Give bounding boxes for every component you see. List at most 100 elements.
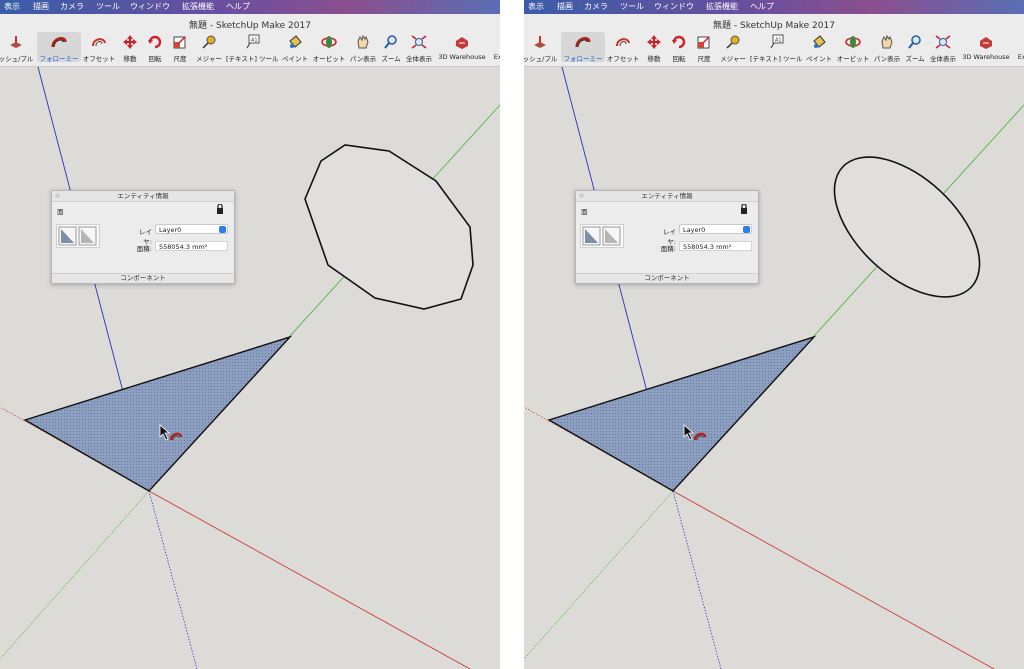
tool-label: [テキスト] ツール [750,55,803,63]
tape-measure-icon [726,35,740,49]
follow-me-tool[interactable]: フォローミー [37,32,81,63]
layer-select[interactable]: Layer0 [155,224,228,234]
zoom-tool[interactable]: ズーム [380,32,402,63]
sketchup-window-right: 表示 描画 カメラ ツール ウィンドウ 拡張機能 ヘルプ 無題 - Sketch… [524,0,1024,669]
circle-shape[interactable] [809,131,1005,323]
tool-label: フォローミー [563,55,603,63]
tool-label: オービット [312,55,346,63]
tool-label: ズーム [905,55,925,63]
rotate-icon [672,35,686,49]
zoom-tool[interactable]: ズーム [904,32,926,63]
menu-tools[interactable]: ツール [620,1,644,12]
scale-tool[interactable]: 尺度 [693,32,715,63]
menu-draw[interactable]: 描画 [33,1,49,12]
move-tool[interactable]: 移動 [119,32,141,63]
tape-measure-tool[interactable]: メジャー [194,32,224,63]
circle-outline[interactable] [304,144,474,310]
tool-label: ズーム [381,55,401,63]
rotate-tool[interactable]: 回転 [668,32,690,63]
component-footer[interactable]: コンポーネント [576,273,758,283]
tool-label: ペイント [806,55,832,63]
extension-warehouse-tool[interactable]: Ext [489,32,500,62]
move-tool[interactable]: 移動 [643,32,665,63]
menu-bar: 表示 描画 カメラ ツール ウィンドウ 拡張機能 ヘルプ [524,0,1024,14]
menu-help[interactable]: ヘルプ [226,1,250,12]
orbit-icon [321,36,337,48]
zoom-extents-tool[interactable]: 全体表示 [404,32,434,63]
menu-draw[interactable]: 描画 [557,1,573,12]
3d-warehouse-tool[interactable]: 3D Warehouse [960,32,1012,62]
toolbar: 無題 - SketchUp Make 2017 ッシュ/プル フォローミー オフ… [0,14,500,67]
tool-label: 移動 [123,55,137,63]
menu-tools[interactable]: ツール [96,1,120,12]
tape-measure-tool[interactable]: メジャー [718,32,748,63]
component-footer[interactable]: コンポーネント [52,273,234,283]
close-dot-icon[interactable] [55,193,60,198]
menu-help[interactable]: ヘルプ [750,1,774,12]
tool-label: ッシュ/プル [0,55,34,63]
menu-camera[interactable]: カメラ [584,1,608,12]
entity-type-label: 面 [581,208,588,216]
tool-label: ッシュ/プル [524,55,558,63]
extension-warehouse-tool[interactable]: Ext [1013,32,1024,62]
pan-tool[interactable]: パン表示 [348,32,378,63]
zoom-extents-tool[interactable]: 全体表示 [928,32,958,63]
paint-bucket-icon [813,35,826,48]
text-tool[interactable]: A1 [テキスト] ツール [226,32,278,63]
chevron-down-icon[interactable] [743,226,750,233]
entity-info-dialog[interactable]: エンティティ情報 面 レイヤ: Layer0 面積: 558054.3 mm² … [575,190,759,284]
menu-window[interactable]: ウィンドウ [654,1,694,12]
push-pull-tool[interactable]: ッシュ/プル [0,32,36,63]
tape-measure-icon [202,35,216,49]
tool-label: 回転 [148,55,162,63]
push-pull-icon [10,36,22,48]
menu-extensions[interactable]: 拡張機能 [706,1,738,12]
move-icon [647,35,661,49]
menu-view[interactable]: 表示 [528,1,544,12]
close-dot-icon[interactable] [579,193,584,198]
entity-info-dialog[interactable]: エンティティ情報 面 レイヤ: Layer0 面積: 558054.3 mm² … [51,190,235,284]
menu-extensions[interactable]: 拡張機能 [182,1,214,12]
orbit-tool[interactable]: オービット [836,32,870,63]
paint-bucket-icon [289,35,302,48]
circle-shape[interactable] [304,144,474,310]
rotate-tool[interactable]: 回転 [144,32,166,63]
model-viewport[interactable] [524,66,1024,669]
menu-camera[interactable]: カメラ [60,1,84,12]
follow-me-tool[interactable]: フォローミー [561,32,605,63]
paint-bucket-tool[interactable]: ペイント [805,32,833,63]
follow-me-cursor-icon [159,424,183,441]
offset-tool[interactable]: オフセット [606,32,640,63]
lock-icon[interactable] [216,204,224,214]
layer-select[interactable]: Layer0 [679,224,752,234]
material-swatches[interactable] [580,224,624,248]
menu-window[interactable]: ウィンドウ [130,1,170,12]
scale-icon [697,36,710,49]
material-swatches[interactable] [56,224,100,248]
red-axis [148,490,471,669]
pan-tool[interactable]: パン表示 [872,32,902,63]
follow-me-icon [575,36,591,48]
menu-view[interactable]: 表示 [4,1,20,12]
push-pull-tool[interactable]: ッシュ/プル [524,32,560,63]
zoom-icon [384,35,397,49]
text-tool[interactable]: A1 [テキスト] ツール [750,32,803,63]
circle-outline[interactable] [809,131,1005,323]
selected-triangle-face[interactable] [23,335,293,492]
orbit-tool[interactable]: オービット [312,32,346,63]
follow-me-cursor-icon [683,424,707,441]
green-axis-negative [0,490,150,660]
chevron-down-icon[interactable] [219,226,226,233]
pan-icon [881,34,893,49]
model-viewport[interactable] [0,66,500,669]
3d-warehouse-tool[interactable]: 3D Warehouse [436,32,488,62]
selected-triangle-face[interactable] [547,335,817,492]
lock-icon[interactable] [740,204,748,214]
offset-tool[interactable]: オフセット [82,32,116,63]
scale-tool[interactable]: 尺度 [169,32,191,63]
layer-value: Layer0 [159,226,182,234]
paint-bucket-tool[interactable]: ペイント [281,32,309,63]
tool-label: ペイント [282,55,308,63]
scene-drawing [0,66,500,669]
follow-me-icon [51,36,67,48]
